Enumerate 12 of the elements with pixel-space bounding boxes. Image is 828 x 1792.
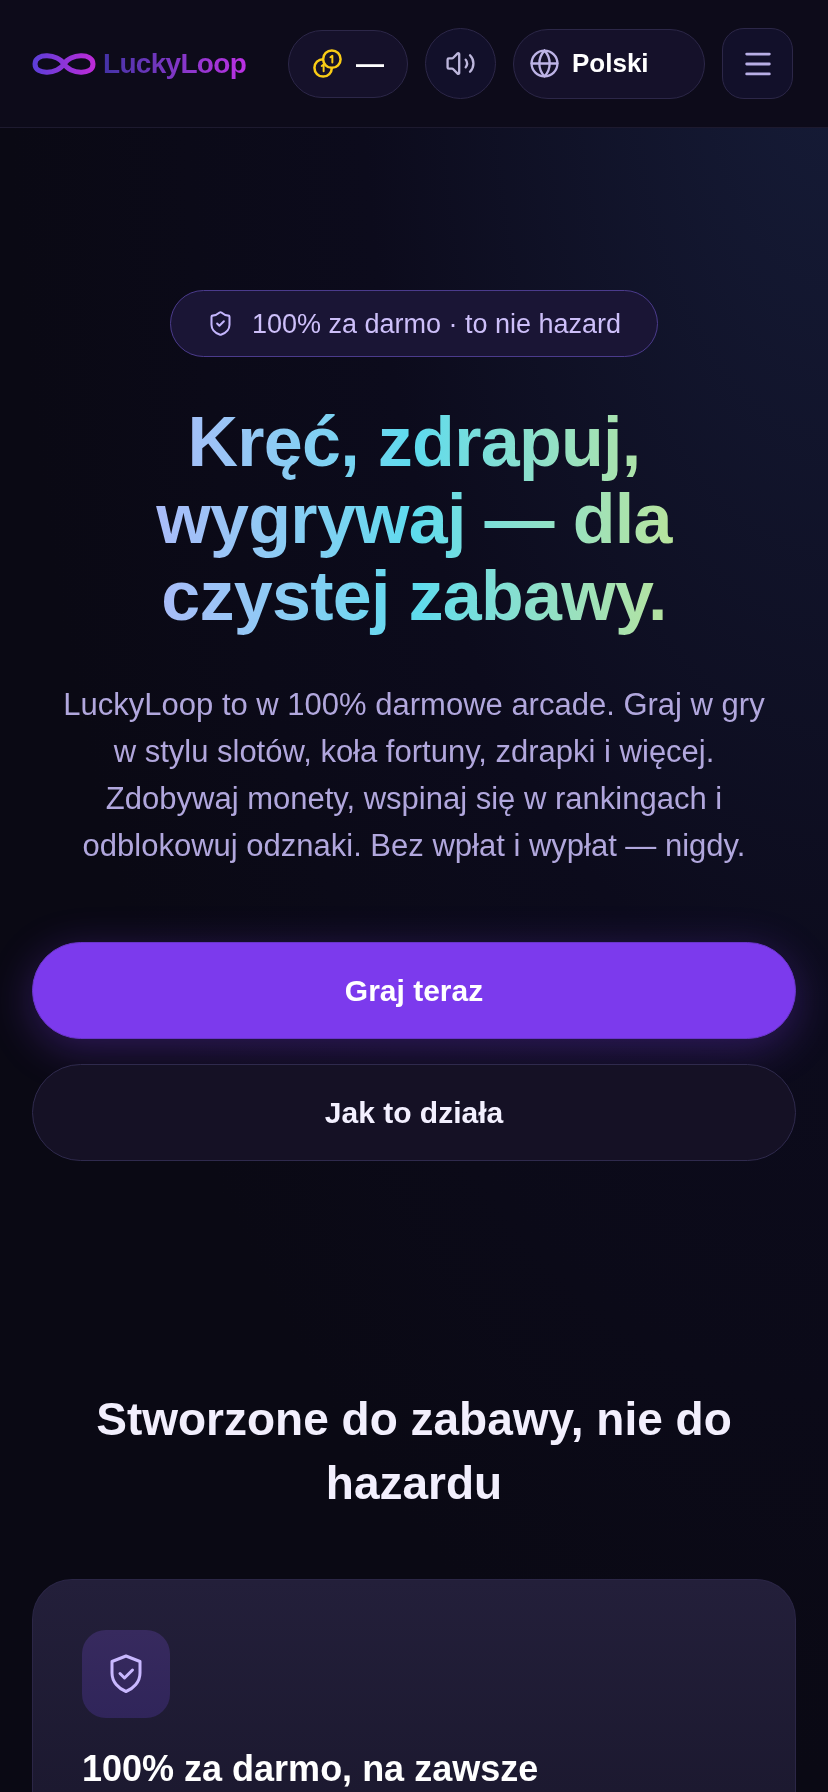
feature-title: 100% za darmo, na zawsze bbox=[82, 1748, 539, 1790]
language-button[interactable]: Polski bbox=[513, 28, 705, 99]
menu-button[interactable] bbox=[722, 28, 793, 99]
badge-label: 100% za darmo · to nie hazard bbox=[251, 307, 622, 340]
hero-description: LuckyLoop to w 100% darmowe arcade. Graj w gry w stylu slotów, koła fortuny, zdrapki i więcej. Zdobywaj monety, wspinaj się w rankingach i odblokowuj odznaki. Bez wpłat i wypłat — nigdy. bbox=[62, 686, 766, 865]
coin-balance-button[interactable]: — bbox=[288, 29, 408, 98]
secondary-action-button[interactable]: Jak to działa bbox=[32, 1064, 796, 1161]
coins-icon bbox=[312, 48, 343, 79]
shield-check-icon bbox=[82, 1630, 170, 1718]
primary-action-button[interactable]: Graj teraz bbox=[32, 942, 796, 1039]
section-heading: Stworzone do zabawy, nie do hazardu bbox=[95, 1392, 733, 1511]
globe-icon bbox=[529, 48, 560, 79]
